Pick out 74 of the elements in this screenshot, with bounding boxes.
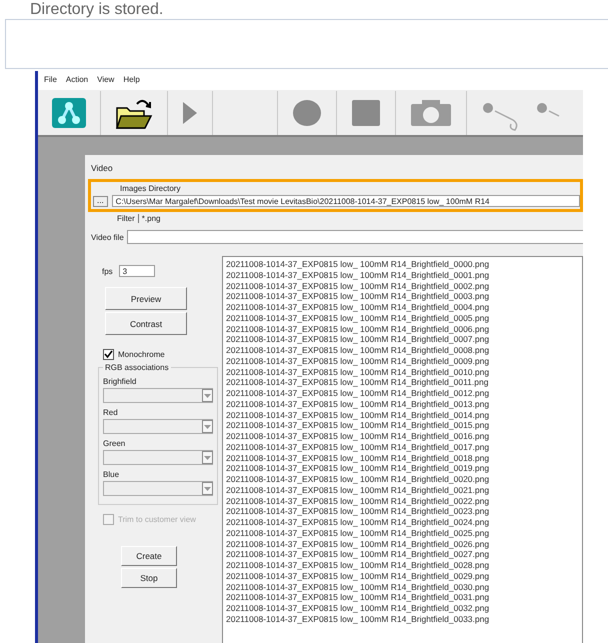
list-item[interactable]: 20211008-1014-37_EXP0815 low_ 100mM R14_Brightfield_0005.png xyxy=(226,312,579,324)
action-button[interactable]: Create xyxy=(121,546,177,566)
list-item[interactable]: 20211008-1014-37_EXP0815 low_ 100mM R14_Brightfield_0025.png xyxy=(226,528,579,538)
field-label: Images Directory xyxy=(120,184,182,193)
menu-item[interactable]: Help xyxy=(123,75,140,86)
list-item[interactable]: 20211008-1014-37_EXP0815 low_ 100mM R14_Brightfield_0012.png xyxy=(226,388,579,399)
list-item[interactable]: 20211008-1014-37_EXP0815 low_ 100mM R14_Brightfield_0027.png xyxy=(226,549,579,560)
caption-text: Directory is stored. xyxy=(30,1,164,19)
list-item[interactable]: 20211008-1014-37_EXP0815 low_ 100mM R14_Brightfield_0032.png xyxy=(226,603,579,614)
list-item[interactable]: 20211008-1014-37_EXP0815 low_ 100mM R14_Brightfield_0017.png xyxy=(226,442,579,452)
list-item[interactable]: 20211008-1014-37_EXP0815 low_ 100mM R14_Brightfield_0015.png xyxy=(226,420,579,431)
list-item[interactable]: 20211008-1014-37_EXP0815 low_ 100mM R14_Brightfield_0026.png xyxy=(226,538,579,550)
menu-item[interactable]: Action xyxy=(66,75,88,86)
play-icon[interactable] xyxy=(182,100,198,124)
dropdown-arrow-icon xyxy=(204,486,211,490)
stop-icon[interactable] xyxy=(351,98,381,126)
dropdown[interactable] xyxy=(103,481,213,496)
fps-field[interactable]: 3 xyxy=(118,265,155,277)
field-label: Blue xyxy=(103,470,120,479)
list-item[interactable]: 20211008-1014-37_EXP0815 low_ 100mM R14_Brightfield_0001.png xyxy=(226,270,579,280)
field-label: Brighfield xyxy=(103,377,138,386)
checkbox-label: Monochrome xyxy=(118,350,165,359)
dropdown-arrow-icon xyxy=(204,456,211,460)
dropdown[interactable] xyxy=(103,419,213,434)
list-item[interactable]: 20211008-1014-37_EXP0815 low_ 100mM R14_Brightfield_0002.png xyxy=(226,280,579,292)
list-item[interactable]: 20211008-1014-37_EXP0815 low_ 100mM R14_Brightfield_0007.png xyxy=(226,334,579,345)
field-label: Green xyxy=(103,439,126,448)
list-item[interactable]: 20211008-1014-37_EXP0815 low_ 100mM R14_Brightfield_0008.png xyxy=(226,345,579,356)
list-item[interactable]: 20211008-1014-37_EXP0815 low_ 100mM R14_Brightfield_0011.png xyxy=(226,377,579,388)
list-item[interactable]: 20211008-1014-37_EXP0815 low_ 100mM R14_Brightfield_0031.png xyxy=(226,592,579,603)
camera-icon[interactable] xyxy=(410,98,452,126)
group-title: RGB associations xyxy=(104,363,170,372)
dropdown-arrow-icon xyxy=(204,424,211,428)
video-file-field[interactable] xyxy=(126,230,583,244)
action-button[interactable]: Stop xyxy=(121,568,177,588)
list-item[interactable]: 20211008-1014-37_EXP0815 low_ 100mM R14_Brightfield_0021.png xyxy=(226,484,579,496)
checkbox[interactable] xyxy=(103,349,114,360)
menu-item[interactable]: View xyxy=(97,75,114,86)
dropdown-arrow-icon xyxy=(204,394,211,398)
list-item[interactable]: 20211008-1014-37_EXP0815 low_ 100mM R14_Brightfield_0020.png xyxy=(226,474,579,485)
panel-title: Video xyxy=(91,163,114,173)
list-item[interactable]: 20211008-1014-37_EXP0815 low_ 100mM R14_Brightfield_0018.png xyxy=(226,452,579,464)
list-item[interactable]: 20211008-1014-37_EXP0815 low_ 100mM R14_Brightfield_0006.png xyxy=(226,324,579,334)
browse-button[interactable]: ... xyxy=(93,196,108,206)
list-item[interactable]: 20211008-1014-37_EXP0815 low_ 100mM R14_Brightfield_0013.png xyxy=(226,398,579,410)
list-item[interactable]: 20211008-1014-37_EXP0815 low_ 100mM R14_Brightfield_0003.png xyxy=(226,291,579,302)
list-item[interactable]: 20211008-1014-37_EXP0815 low_ 100mM R14_Brightfield_0022.png xyxy=(226,496,579,506)
field-label: fps xyxy=(102,266,113,276)
list-item[interactable]: 20211008-1014-37_EXP0815 low_ 100mM R14_Brightfield_0014.png xyxy=(226,410,579,420)
list-item[interactable]: 20211008-1014-37_EXP0815 low_ 100mM R14_Brightfield_0033.png xyxy=(226,614,579,624)
list-item[interactable]: 20211008-1014-37_EXP0815 low_ 100mM R14_Brightfield_0029.png xyxy=(226,570,579,582)
record-icon[interactable] xyxy=(292,98,322,126)
action-button[interactable]: Preview xyxy=(105,287,187,310)
field-label: Video file xyxy=(91,232,124,242)
field-label: Filter xyxy=(117,214,135,223)
dropdown[interactable] xyxy=(103,450,213,465)
directory-field[interactable]: C:\Users\Mar Margalef\Downloads\Test movie LevitasBio\20211008-1014-37_EXP0815 low_ 100mM R14 xyxy=(112,195,580,207)
list-item[interactable]: 20211008-1014-37_EXP0815 low_ 100mM R14_Brightfield_0010.png xyxy=(226,366,579,378)
action-button[interactable]: Contrast xyxy=(105,312,187,335)
list-item[interactable]: 20211008-1014-37_EXP0815 low_ 100mM R14_Brightfield_0023.png xyxy=(226,506,579,517)
list-item[interactable]: 20211008-1014-37_EXP0815 low_ 100mM R14_Brightfield_0024.png xyxy=(226,517,579,528)
list-item[interactable]: 20211008-1014-37_EXP0815 low_ 100mM R14_Brightfield_0016.png xyxy=(226,431,579,442)
list-item[interactable]: 20211008-1014-37_EXP0815 low_ 100mM R14_Brightfield_0028.png xyxy=(226,560,579,571)
list-item[interactable]: 20211008-1014-37_EXP0815 low_ 100mM R14_Brightfield_0004.png xyxy=(226,302,579,313)
list-item[interactable]: 20211008-1014-37_EXP0815 low_ 100mM R14_Brightfield_0030.png xyxy=(226,582,579,592)
list-item[interactable]: 20211008-1014-37_EXP0815 low_ 100mM R14_Brightfield_0009.png xyxy=(226,356,579,366)
list-item[interactable]: 20211008-1014-37_EXP0815 low_ 100mM R14_Brightfield_0000.png xyxy=(226,259,579,270)
checkbox-label: Trim to customer view xyxy=(118,515,196,524)
list-item[interactable]: 20211008-1014-37_EXP0815 low_ 100mM R14_Brightfield_0019.png xyxy=(226,463,579,474)
field-label: Red xyxy=(103,408,119,417)
app-logo-icon[interactable] xyxy=(52,98,86,128)
dropdown[interactable] xyxy=(103,388,213,403)
menu-item[interactable]: File xyxy=(44,75,57,86)
filter-field[interactable]: *.png xyxy=(138,214,160,223)
